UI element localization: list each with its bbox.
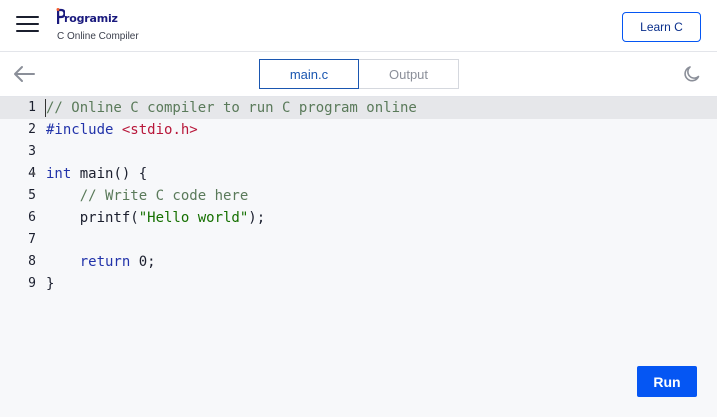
- line-number: 6: [28, 210, 36, 225]
- code-token: }: [46, 276, 55, 292]
- line-number: 1: [28, 100, 36, 115]
- moon-icon[interactable]: [682, 64, 702, 84]
- code-token: main() {: [71, 166, 148, 182]
- line-number: 8: [28, 254, 36, 269]
- code-line[interactable]: 9}: [0, 273, 717, 295]
- code-line[interactable]: 6 printf("Hello world");: [0, 207, 717, 229]
- code-line[interactable]: 4 ▾ int main() {: [0, 163, 717, 185]
- code-token: // Write C code here: [46, 188, 249, 204]
- code-text: printf("Hello world");: [46, 207, 265, 229]
- fold-arrow-icon[interactable]: ▾: [31, 163, 36, 185]
- code-text: return 0;: [46, 251, 156, 273]
- run-button[interactable]: Run: [637, 366, 697, 397]
- code-line[interactable]: 2 #include <stdio.h>: [0, 119, 717, 141]
- arrow-left-icon[interactable]: [12, 64, 36, 84]
- programiz-logo[interactable]: rogramiz: [56, 7, 118, 25]
- code-line[interactable]: 7: [0, 229, 717, 251]
- code-token: int: [46, 166, 72, 182]
- line-number: 2: [28, 122, 36, 137]
- line-number: 3: [28, 144, 36, 159]
- line-number: 7: [28, 232, 36, 247]
- app-header: rogramiz C Online Compiler Learn C: [0, 0, 717, 52]
- code-line[interactable]: 5 // Write C code here: [0, 185, 717, 207]
- code-token: #include: [46, 122, 114, 138]
- hamburger-menu-icon[interactable]: [16, 14, 40, 34]
- page-subtitle: C Online Compiler: [57, 31, 139, 42]
- file-tabs: main.c Output: [259, 59, 459, 89]
- code-token: <stdio.h>: [121, 122, 198, 138]
- line-number: 5: [28, 188, 36, 203]
- line-number: 9: [28, 276, 36, 291]
- code-text: // Online C compiler to run C program on…: [46, 97, 417, 119]
- editor-toolbar: main.c Output: [0, 52, 717, 97]
- code-token: );: [248, 210, 266, 226]
- code-token: 0;: [130, 254, 156, 270]
- code-token: printf(: [46, 210, 139, 226]
- code-line[interactable]: 1 // Online C compiler to run C program o…: [0, 97, 717, 119]
- code-token: // Online C compiler to run C program on…: [46, 100, 417, 116]
- code-text: #include <stdio.h>: [46, 119, 198, 141]
- code-editor[interactable]: 1 // Online C compiler to run C program o…: [0, 97, 717, 417]
- learn-c-button[interactable]: Learn C: [622, 12, 701, 42]
- code-text: int main() {: [46, 163, 147, 185]
- tab-output[interactable]: Output: [359, 59, 459, 89]
- code-line[interactable]: 8 return 0;: [0, 251, 717, 273]
- text-cursor: [45, 99, 46, 117]
- tab-main-c[interactable]: main.c: [259, 59, 359, 89]
- code-text: }: [46, 273, 54, 295]
- code-line[interactable]: 3: [0, 141, 717, 163]
- code-token: "Hello world": [138, 210, 249, 226]
- code-token: return: [79, 254, 131, 270]
- logo-text: rogramiz: [64, 12, 118, 25]
- code-text: // Write C code here: [46, 185, 249, 207]
